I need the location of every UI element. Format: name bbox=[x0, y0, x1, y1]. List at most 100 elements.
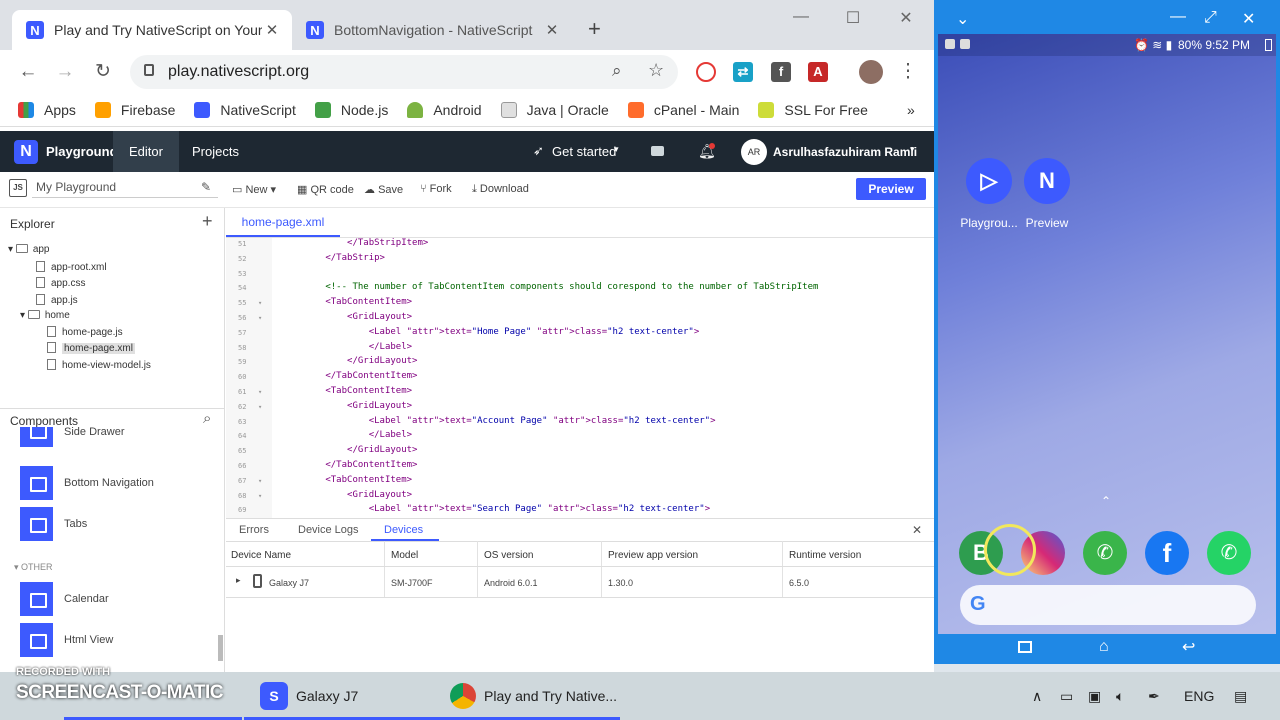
code-line[interactable]: <TabContentItem> bbox=[282, 386, 412, 396]
nav-editor[interactable]: Editor bbox=[113, 131, 179, 172]
bookmarks-overflow-icon[interactable]: » bbox=[907, 102, 915, 118]
project-name-input[interactable]: My Playground bbox=[32, 178, 218, 198]
google-search-bar[interactable]: G bbox=[960, 585, 1256, 625]
expand-icon[interactable]: ⤢ bbox=[1204, 9, 1217, 27]
zoom-icon[interactable]: ⌕ bbox=[612, 61, 622, 81]
translate-extension-icon[interactable]: ⇄ bbox=[733, 62, 753, 82]
download-button[interactable]: ⤓ Download bbox=[472, 183, 529, 196]
scrollbar-thumb[interactable] bbox=[218, 635, 223, 661]
chat-icon[interactable] bbox=[651, 146, 664, 156]
code-line[interactable]: </TabStripItem> bbox=[282, 238, 428, 248]
code-line[interactable]: <GridLayout> bbox=[282, 401, 412, 411]
preview-button[interactable]: Preview bbox=[856, 178, 926, 200]
bookmark-firebase[interactable]: Firebase bbox=[94, 102, 175, 118]
tab-bottom-navigation[interactable]: N BottomNavigation - NativeScript ✕ bbox=[292, 10, 572, 50]
code-line[interactable]: <!-- The number of TabContentItem compon… bbox=[282, 282, 818, 292]
tab-playground[interactable]: N Play and Try NativeScript on Your ✕ bbox=[12, 10, 292, 50]
notifications-icon[interactable]: ▤ bbox=[1234, 688, 1247, 705]
url-text[interactable]: play.nativescript.org bbox=[168, 63, 309, 81]
code-line[interactable]: <GridLayout> bbox=[282, 490, 412, 500]
whatsapp-icon[interactable]: ✆ bbox=[1207, 531, 1251, 575]
code-line[interactable]: </TabContentItem> bbox=[282, 460, 417, 470]
new-button[interactable]: ▭ New ▾ bbox=[232, 183, 276, 196]
tree-item-app[interactable]: ▾ app bbox=[8, 244, 50, 255]
code-line[interactable]: <TabContentItem> bbox=[282, 297, 412, 307]
chevron-down-icon[interactable]: ▾ bbox=[910, 144, 915, 155]
reload-icon[interactable]: ↻ bbox=[91, 60, 115, 84]
code-line[interactable]: <Label "attr">text="Home Page" "attr">cl… bbox=[282, 327, 700, 337]
facebook-extension-icon[interactable]: f bbox=[771, 62, 791, 82]
component-tabs[interactable]: Tabs bbox=[20, 507, 220, 541]
phone-screen[interactable]: ⏰ ≋ ▮ 80% 9:52 PM ▷ Playgrou... N Previe… bbox=[938, 34, 1276, 634]
profile-avatar[interactable] bbox=[859, 60, 883, 84]
code-line[interactable]: <Label "attr">text="Search Page" "attr">… bbox=[282, 504, 710, 514]
tree-item-app-css[interactable]: app.css bbox=[36, 277, 85, 289]
close-icon[interactable]: ✕ bbox=[542, 21, 562, 39]
facebook-icon[interactable]: f bbox=[1145, 531, 1189, 575]
bookmark-nativescript[interactable]: NativeScript bbox=[194, 102, 296, 118]
language-indicator[interactable]: ENG bbox=[1184, 688, 1214, 704]
code-line[interactable]: <TabContentItem> bbox=[282, 475, 412, 485]
bookmark-nodejs[interactable]: Node.js bbox=[314, 102, 388, 118]
tree-item-home-page-js[interactable]: home-page.js bbox=[47, 326, 123, 338]
battery-tray-icon[interactable]: ▭ bbox=[1060, 688, 1073, 705]
address-bar[interactable]: play.nativescript.org ⌕ ☆ bbox=[130, 55, 678, 89]
pdf-extension-icon[interactable]: A bbox=[808, 62, 828, 82]
taskbar-galaxy-j7[interactable]: S Galaxy J7 bbox=[244, 672, 436, 720]
code-line[interactable]: </GridLayout> bbox=[282, 445, 417, 455]
close-panel-icon[interactable]: ✕ bbox=[912, 523, 922, 537]
bookmark-ssl[interactable]: SSL For Free bbox=[758, 102, 868, 118]
network-icon[interactable]: ▣ bbox=[1088, 688, 1101, 705]
component-bottom-navigation[interactable]: Bottom Navigation bbox=[20, 466, 220, 500]
user-name[interactable]: Asrulhasfazuhiram Ramli bbox=[773, 145, 917, 159]
code-line[interactable]: </Label> bbox=[282, 430, 412, 440]
minimize-icon[interactable]: — bbox=[788, 8, 814, 28]
tree-item-home-page-xml[interactable]: home-page.xml bbox=[47, 342, 135, 354]
code-line[interactable]: </TabStrip> bbox=[282, 253, 385, 263]
chevron-up-icon[interactable]: ⌃ bbox=[1101, 494, 1111, 508]
playground-app-icon[interactable]: ▷ bbox=[966, 158, 1012, 204]
close-icon[interactable]: ✕ bbox=[262, 21, 282, 39]
tab-errors[interactable]: Errors bbox=[239, 524, 269, 536]
code-line[interactable]: <GridLayout> bbox=[282, 312, 412, 322]
code-editor[interactable]: home-page.xml 51 52 53 54 55 ▾ 56 ▾ 57 58 59 60 61 ▾ 6… bbox=[226, 208, 934, 518]
taskbar-chrome[interactable]: Play and Try Native... bbox=[436, 672, 620, 720]
record-extension-icon[interactable] bbox=[696, 62, 716, 82]
expand-row-icon[interactable]: ▸ bbox=[236, 575, 241, 586]
nav-projects[interactable]: Projects bbox=[176, 131, 255, 172]
editor-tab-home-page-xml[interactable]: home-page.xml bbox=[226, 208, 340, 237]
search-icon[interactable]: ⌕ bbox=[203, 410, 211, 427]
code-area[interactable]: </TabStripItem> </TabStrip> <!-- The num… bbox=[226, 238, 934, 518]
back-icon[interactable]: ← bbox=[16, 60, 40, 84]
component-calendar[interactable]: Calendar bbox=[20, 582, 220, 616]
section-other[interactable]: ▾ OTHER bbox=[14, 562, 53, 573]
tree-item-home[interactable]: ▾ home bbox=[20, 310, 70, 321]
fork-button[interactable]: ⑂ Fork bbox=[420, 183, 452, 195]
user-avatar[interactable]: AR bbox=[741, 139, 767, 165]
preview-app-icon[interactable]: N bbox=[1024, 158, 1070, 204]
component-html-view[interactable]: Html View bbox=[20, 623, 220, 657]
code-line[interactable]: <Label "attr">text="Account Page" "attr"… bbox=[282, 416, 716, 426]
close-icon[interactable]: ✕ bbox=[1242, 9, 1255, 29]
volume-icon[interactable]: 🔈︎ bbox=[1116, 688, 1124, 705]
chevron-up-icon[interactable]: ∧ bbox=[1032, 688, 1042, 705]
bookmark-android[interactable]: Android bbox=[407, 102, 482, 118]
recents-icon[interactable] bbox=[1018, 641, 1032, 653]
new-tab-icon[interactable]: + bbox=[588, 18, 601, 40]
code-line[interactable]: </Label> bbox=[282, 342, 412, 352]
tree-item-app-js[interactable]: app.js bbox=[36, 294, 78, 306]
tab-devices[interactable]: Devices bbox=[384, 524, 423, 536]
window-close-icon[interactable]: ✕ bbox=[893, 8, 919, 28]
pencil-icon[interactable]: ✎ bbox=[201, 180, 211, 194]
back-icon[interactable]: ↩ bbox=[1182, 637, 1195, 657]
pen-icon[interactable]: ✒ bbox=[1148, 688, 1160, 705]
tab-device-logs[interactable]: Device Logs bbox=[298, 524, 359, 536]
code-line[interactable]: </GridLayout> bbox=[282, 356, 417, 366]
bookmark-apps[interactable]: Apps bbox=[18, 102, 76, 118]
home-icon[interactable]: ⌂ bbox=[1099, 638, 1109, 656]
save-button[interactable]: ☁ Save bbox=[364, 183, 403, 196]
minimize-icon[interactable]: — bbox=[1170, 8, 1186, 26]
bookmark-java-oracle[interactable]: Java | Oracle bbox=[500, 102, 609, 118]
code-line[interactable]: </TabContentItem> bbox=[282, 371, 417, 381]
menu-kebab-icon[interactable]: ⋮ bbox=[896, 60, 920, 84]
